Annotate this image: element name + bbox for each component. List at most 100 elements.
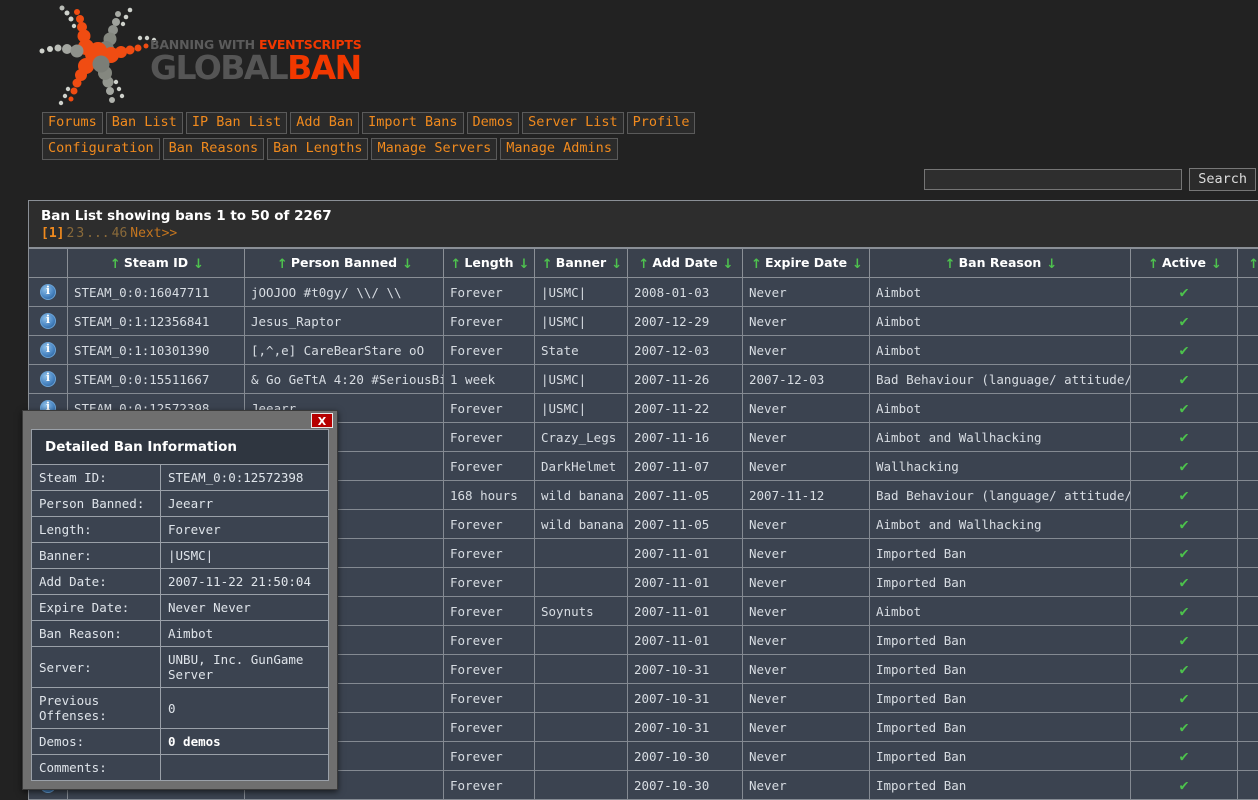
column-header-steam-id[interactable]: ↑ Steam ID ↓ <box>67 248 245 278</box>
column-header-ban-reason[interactable]: ↑ Ban Reason ↓ <box>869 248 1131 278</box>
search-input[interactable] <box>924 169 1183 190</box>
cell-expire-date: 2007-11-12 <box>742 480 870 510</box>
sort-desc-icon[interactable]: ↓ <box>723 257 734 272</box>
cell-add-date: 2007-11-01 <box>627 625 743 655</box>
cell-pending: ✖ <box>1237 538 1258 568</box>
row-info-cell[interactable] <box>29 306 68 336</box>
sort-asc-icon[interactable]: ↑ <box>1248 257 1258 272</box>
nav-item-forums[interactable]: Forums <box>42 112 103 134</box>
sort-asc-icon[interactable]: ↑ <box>277 257 288 272</box>
sort-asc-icon[interactable]: ↑ <box>542 257 553 272</box>
cell-pending: ✖ <box>1237 277 1258 307</box>
nav-item-manage-admins[interactable]: Manage Admins <box>500 138 618 160</box>
cell-expire-date: Never <box>742 277 870 307</box>
cell-length: Forever <box>443 393 535 423</box>
dialog-field-label: Steam ID: <box>32 465 161 491</box>
cell-length: Forever <box>443 509 535 539</box>
sort-desc-icon[interactable]: ↓ <box>611 257 622 272</box>
column-header-pending[interactable]: ↑Pending↓ <box>1237 248 1258 278</box>
info-icon[interactable] <box>40 313 56 330</box>
sort-desc-icon[interactable]: ↓ <box>193 257 204 272</box>
column-label-steam-id: Steam ID <box>123 254 189 270</box>
row-info-cell[interactable] <box>29 277 68 307</box>
table-header-row: ↑ Steam ID ↓ ↑ Person Banned ↓ ↑ Length ↓ ↑ Ban… <box>29 248 1258 278</box>
dialog-title-bar[interactable]: X <box>23 411 337 429</box>
cell-ban-reason: Aimbot and Wallhacking <box>869 422 1131 452</box>
page-2[interactable]: 2 <box>66 226 74 241</box>
cell-banner <box>534 567 628 597</box>
nav-item-manage-servers[interactable]: Manage Servers <box>371 138 498 160</box>
sort-desc-icon[interactable]: ↓ <box>1046 257 1057 272</box>
nav-item-ban-reasons[interactable]: Ban Reasons <box>162 138 265 160</box>
nav-item-configuration[interactable]: Configuration <box>42 138 160 160</box>
cell-banner: Crazy_Legs <box>534 422 628 452</box>
cell-length: Forever <box>443 596 535 626</box>
search-button[interactable]: Search <box>1189 168 1256 191</box>
info-icon[interactable] <box>40 371 56 388</box>
column-header-info <box>29 248 68 278</box>
cell-ban-reason: Aimbot <box>869 306 1131 336</box>
nav-item-import-bans[interactable]: Import Bans <box>362 112 464 134</box>
column-header-add-date[interactable]: ↑ Add Date ↓ <box>627 248 743 278</box>
row-info-cell[interactable] <box>29 364 68 394</box>
sort-asc-icon[interactable]: ↑ <box>450 257 461 272</box>
sort-desc-icon[interactable]: ↓ <box>852 257 863 272</box>
page-current[interactable]: [1] <box>41 226 64 241</box>
nav-item-ban-list[interactable]: Ban List <box>105 112 183 134</box>
table-row[interactable]: STEAM_0:0:16047711jOOJOO #t0gy/ \\/ \\Fo… <box>29 277 1258 307</box>
nav-item-ban-lengths[interactable]: Ban Lengths <box>267 138 369 160</box>
column-header-active[interactable]: ↑ Active ↓ <box>1130 248 1238 278</box>
cell-add-date: 2007-11-01 <box>627 538 743 568</box>
table-row[interactable]: STEAM_0:0:15511667& Go GeTtA 4:20 #Serio… <box>29 364 1258 394</box>
dialog-field-label: Person Banned: <box>32 490 161 517</box>
cell-expire-date: Never <box>742 741 870 771</box>
sort-asc-icon[interactable]: ↑ <box>945 257 956 272</box>
cell-pending: ✖ <box>1237 509 1258 539</box>
page-next[interactable]: Next>> <box>130 226 177 241</box>
cell-pending: ✖ <box>1237 306 1258 336</box>
info-icon[interactable] <box>40 284 56 301</box>
cell-banner <box>534 538 628 568</box>
sort-asc-icon[interactable]: ↑ <box>1148 257 1159 272</box>
column-header-person-banned[interactable]: ↑ Person Banned ↓ <box>244 248 444 278</box>
sort-asc-icon[interactable]: ↑ <box>751 257 762 272</box>
sort-asc-icon[interactable]: ↑ <box>638 257 649 272</box>
info-icon[interactable] <box>40 342 56 359</box>
column-header-length[interactable]: ↑ Length ↓ <box>443 248 535 278</box>
dialog-field-value: 0 <box>160 687 328 729</box>
page-46[interactable]: 46 <box>112 226 128 241</box>
nav-item-add-ban[interactable]: Add Ban <box>290 112 360 134</box>
cell-active: ✔ <box>1130 509 1238 539</box>
table-row[interactable]: STEAM_0:1:10301390[,^,e] CareBearStare o… <box>29 335 1258 365</box>
cell-active: ✔ <box>1130 393 1238 423</box>
sort-asc-icon[interactable]: ↑ <box>110 257 121 272</box>
search-bar: Search <box>924 168 1256 191</box>
nav-item-ip-ban-list[interactable]: IP Ban List <box>185 112 288 134</box>
dialog-field-row: Banner: |USMC| <box>32 542 328 569</box>
nav-item-profile[interactable]: Profile <box>626 112 696 134</box>
column-header-expire-date[interactable]: ↑ Expire Date ↓ <box>742 248 870 278</box>
cell-ban-reason: Bad Behaviour (language/ attitude/ rude) <box>869 480 1131 510</box>
check-icon: ✔ <box>1179 428 1189 446</box>
nav-item-demos[interactable]: Demos <box>466 112 520 134</box>
column-label-person-banned: Person Banned <box>290 254 398 270</box>
table-row[interactable]: STEAM_0:1:12356841Jesus_RaptorForever|US… <box>29 306 1258 336</box>
cell-pending: ✖ <box>1237 741 1258 771</box>
cell-active: ✔ <box>1130 277 1238 307</box>
cell-banner: wild banana <box>534 480 628 510</box>
cell-ban-reason: Imported Ban <box>869 683 1131 713</box>
cell-banner: |USMC| <box>534 277 628 307</box>
cell-active: ✔ <box>1130 451 1238 481</box>
nav-item-server-list[interactable]: Server List <box>522 112 624 134</box>
sort-desc-icon[interactable]: ↓ <box>402 257 413 272</box>
dialog-field-row: Ban Reason: Aimbot <box>32 620 328 647</box>
row-info-cell[interactable] <box>29 335 68 365</box>
sort-desc-icon[interactable]: ↓ <box>519 257 530 272</box>
column-header-banner[interactable]: ↑ Banner ↓ <box>534 248 628 278</box>
sort-desc-icon[interactable]: ↓ <box>1211 257 1222 272</box>
close-icon[interactable]: X <box>311 413 333 428</box>
page-3[interactable]: 3 <box>76 226 84 241</box>
cell-pending: ✖ <box>1237 422 1258 452</box>
column-label-add-date: Add Date <box>652 254 718 270</box>
ban-list-header: Ban List showing bans 1 to 50 of 2267 [1… <box>29 201 1258 248</box>
